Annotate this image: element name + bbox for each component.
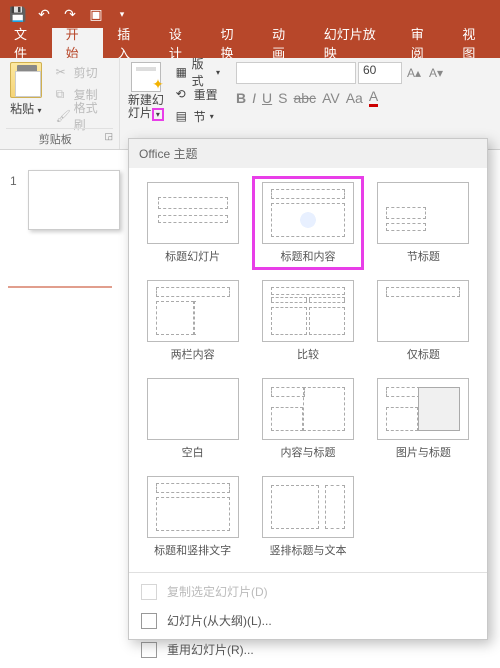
tab-transition[interactable]: 切换 [207,28,259,58]
ribbon: 粘贴 ▾ ✂剪切 ⧉复制 🖌格式刷 剪贴板◲ 新建幻灯片▾ ▦版式▾ ⟲重置 ▤… [0,58,500,150]
spacing-button[interactable]: AV [322,90,340,106]
duplicate-selected-slides: 复制选定幻灯片(D) [129,577,487,606]
start-from-beginning-icon[interactable]: ▣ [84,3,108,25]
ribbon-tabs: 文件 开始 插入 设计 切换 动画 幻灯片放映 审阅 视图 [0,28,500,58]
font-color-button[interactable]: A [369,88,378,107]
paste-button[interactable]: 粘贴 ▾ [10,100,41,117]
layout-title-and-content[interactable]: 标题和内容 [252,176,363,270]
reset-icon: ⟲ [176,87,190,101]
layout-title-slide[interactable]: 标题幻灯片 [137,176,248,270]
slide-thumbnail[interactable] [28,170,120,230]
section-button[interactable]: ▤节▾ [172,106,224,126]
reuse-slides[interactable]: 重用幻灯片(R)... [129,635,487,664]
new-slide-dropdown-arrow[interactable]: ▾ [152,108,164,121]
slide-number: 1 [10,174,17,188]
layout-picture-with-caption[interactable]: 图片与标题 [368,372,479,466]
paste-icon[interactable] [10,62,42,98]
italic-button[interactable]: I [252,90,256,106]
tab-home[interactable]: 开始 [52,28,104,58]
layout-two-content[interactable]: 两栏内容 [137,274,248,368]
undo-icon[interactable]: ↶ [32,3,56,25]
tab-design[interactable]: 设计 [155,28,207,58]
layout-title-only[interactable]: 仅标题 [368,274,479,368]
increase-font-icon[interactable]: A▴ [404,62,424,84]
new-slide-layout-dropdown: Office 主题 标题幻灯片 标题和内容 节标题 两栏内容 比较 仅标题 空白… [128,138,488,640]
insertion-indicator [8,286,112,288]
save-icon[interactable]: 💾 [6,3,30,25]
change-case-button[interactable]: Aa [346,90,363,106]
scissors-icon: ✂ [56,65,70,79]
new-slide-button[interactable]: 新建幻灯片▾ [126,94,166,121]
tab-review[interactable]: 审阅 [397,28,449,58]
strike-button[interactable]: abc [293,90,316,106]
section-icon: ▤ [176,109,190,123]
font-family-combo[interactable] [236,62,356,84]
layout-blank[interactable]: 空白 [137,372,248,466]
layout-icon: ▦ [176,65,188,79]
layout-comparison[interactable]: 比较 [252,274,363,368]
bold-button[interactable]: B [236,90,246,106]
reset-button[interactable]: ⟲重置 [172,84,224,104]
brush-icon: 🖌 [56,109,70,123]
clipboard-group-label: 剪贴板◲ [6,128,113,147]
reuse-icon [141,642,157,658]
slides-from-outline[interactable]: 幻灯片(从大纲)(L)... [129,606,487,635]
cut-button[interactable]: ✂剪切 [52,62,113,82]
tab-file[interactable]: 文件 [0,28,52,58]
underline-button[interactable]: U [262,90,272,106]
dropdown-header: Office 主题 [129,139,487,168]
layout-button[interactable]: ▦版式▾ [172,62,224,82]
redo-icon[interactable]: ↷ [58,3,82,25]
tab-animation[interactable]: 动画 [258,28,310,58]
layout-title-vertical-text[interactable]: 标题和竖排文字 [137,470,248,564]
tab-insert[interactable]: 插入 [103,28,155,58]
copy-icon: ⧉ [56,87,70,101]
layout-vertical-title-text[interactable]: 竖排标题与文本 [252,470,363,564]
dialog-launcher-icon[interactable]: ◲ [104,131,113,142]
qat-customize-icon[interactable]: ▾ [110,3,134,25]
new-slide-icon[interactable] [131,62,161,92]
layout-section-header[interactable]: 节标题 [368,176,479,270]
duplicate-icon [141,584,157,600]
tab-view[interactable]: 视图 [448,28,500,58]
outline-icon [141,613,157,629]
font-size-combo[interactable]: 60 [358,62,402,84]
format-painter-button[interactable]: 🖌格式刷 [52,106,113,126]
layout-content-with-caption[interactable]: 内容与标题 [252,372,363,466]
tab-slideshow[interactable]: 幻灯片放映 [310,28,397,58]
shadow-button[interactable]: S [278,90,287,106]
decrease-font-icon[interactable]: A▾ [426,62,446,84]
slide-thumbnail-panel: 1 [0,150,120,642]
